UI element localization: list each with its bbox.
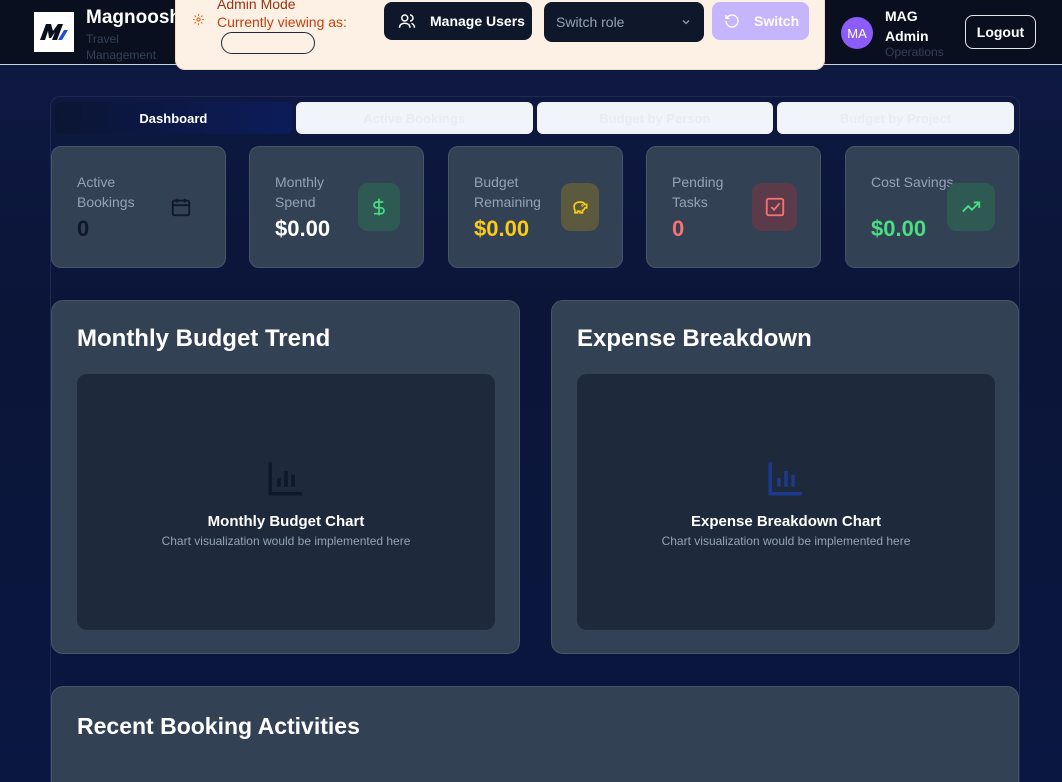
panel-title: Expense Breakdown — [577, 325, 812, 352]
stat-value: $0.00 — [474, 216, 530, 241]
switch-label: Switch — [754, 13, 800, 29]
stat-label: Active Bookings — [77, 174, 135, 210]
stat-label: Pending Tasks — [672, 174, 724, 210]
trending-up-icon — [947, 183, 995, 231]
top-header: Magnoosh Travel Management Admin Mode Cu… — [0, 0, 1062, 70]
calendar-icon — [160, 183, 202, 231]
stat-value: 0 — [672, 216, 685, 241]
panel-title: Recent Booking Activities — [77, 713, 360, 739]
switch-role-select[interactable]: Switch role — [544, 2, 704, 42]
stat-label: Monthly Spend — [275, 174, 325, 210]
tab-budget-by-person[interactable]: Budget by Person — [536, 102, 774, 134]
stat-label: Budget Remaining — [474, 174, 541, 210]
stat-value: 0 — [77, 216, 90, 241]
bar-chart-icon — [268, 461, 302, 495]
switch-role-placeholder: Switch role — [556, 14, 625, 30]
admin-mode-title: Admin Mode — [217, 0, 296, 12]
admin-mode-panel: Admin Mode Currently viewing as: Manage … — [175, 0, 825, 70]
gear-icon — [192, 13, 205, 31]
piggy-bank-icon — [561, 183, 599, 231]
tab-dashboard[interactable]: Dashboard — [55, 102, 292, 134]
stat-card-budget-remaining: Budget Remaining $0.00 — [448, 146, 623, 268]
stat-card-pending-tasks: Pending Tasks 0 — [646, 146, 821, 268]
tab-budget-by-project[interactable]: Budget by Project — [777, 102, 1014, 134]
recent-booking-activities-panel: Recent Booking Activities — [51, 686, 1019, 782]
dollar-icon — [358, 183, 400, 231]
chart-placeholder-title: Expense Breakdown Chart — [690, 512, 882, 530]
chart-placeholder-subtitle: Chart visualization would be implemented… — [661, 533, 911, 548]
stat-card-active-bookings: Active Bookings 0 — [51, 146, 226, 268]
stat-card-monthly-spend: Monthly Spend $0.00 — [249, 146, 424, 268]
manage-users-label: Manage Users — [430, 13, 525, 29]
expense-breakdown-panel: Expense Breakdown Expense Breakdown Char… — [551, 300, 1019, 654]
brand-subtitle: Travel Management — [86, 32, 157, 62]
viewing-as-badge — [221, 32, 315, 54]
brand-logo[interactable] — [34, 12, 74, 52]
switch-button[interactable]: Switch — [712, 2, 809, 40]
viewing-as-label: Currently viewing as: — [217, 14, 347, 30]
tab-bar: Dashboard Active Bookings Budget by Pers… — [52, 100, 1017, 136]
chart-placeholder-subtitle: Chart visualization would be implemented… — [161, 533, 411, 548]
bar-chart-icon — [768, 461, 802, 495]
stat-card-cost-savings: Cost Savings $0.00 — [845, 146, 1019, 268]
user-role: Operations — [885, 45, 944, 59]
chart-placeholder-title: Monthly Budget Chart — [207, 512, 365, 530]
user-name: MAG Admin — [885, 8, 929, 44]
monthly-budget-trend-panel: Monthly Budget Trend Monthly Budget Char… — [51, 300, 520, 654]
tab-active-bookings[interactable]: Active Bookings — [295, 102, 533, 134]
expense-breakdown-chart-placeholder: Expense Breakdown Chart Chart visualizat… — [577, 374, 995, 630]
check-square-icon — [752, 183, 797, 231]
monthly-budget-chart-placeholder: Monthly Budget Chart Chart visualization… — [77, 374, 495, 630]
manage-users-button[interactable]: Manage Users — [384, 2, 532, 40]
users-icon — [398, 14, 416, 28]
chevron-down-icon — [682, 20, 690, 25]
refresh-icon — [725, 14, 739, 28]
stat-value: $0.00 — [871, 216, 927, 241]
stat-value: $0.00 — [275, 216, 331, 241]
user-avatar[interactable]: MA — [841, 17, 873, 49]
logo-icon — [40, 24, 68, 40]
brand-name: Magnoosh — [86, 7, 176, 28]
logout-button[interactable]: Logout — [965, 15, 1036, 49]
panel-title: Monthly Budget Trend — [77, 325, 331, 352]
